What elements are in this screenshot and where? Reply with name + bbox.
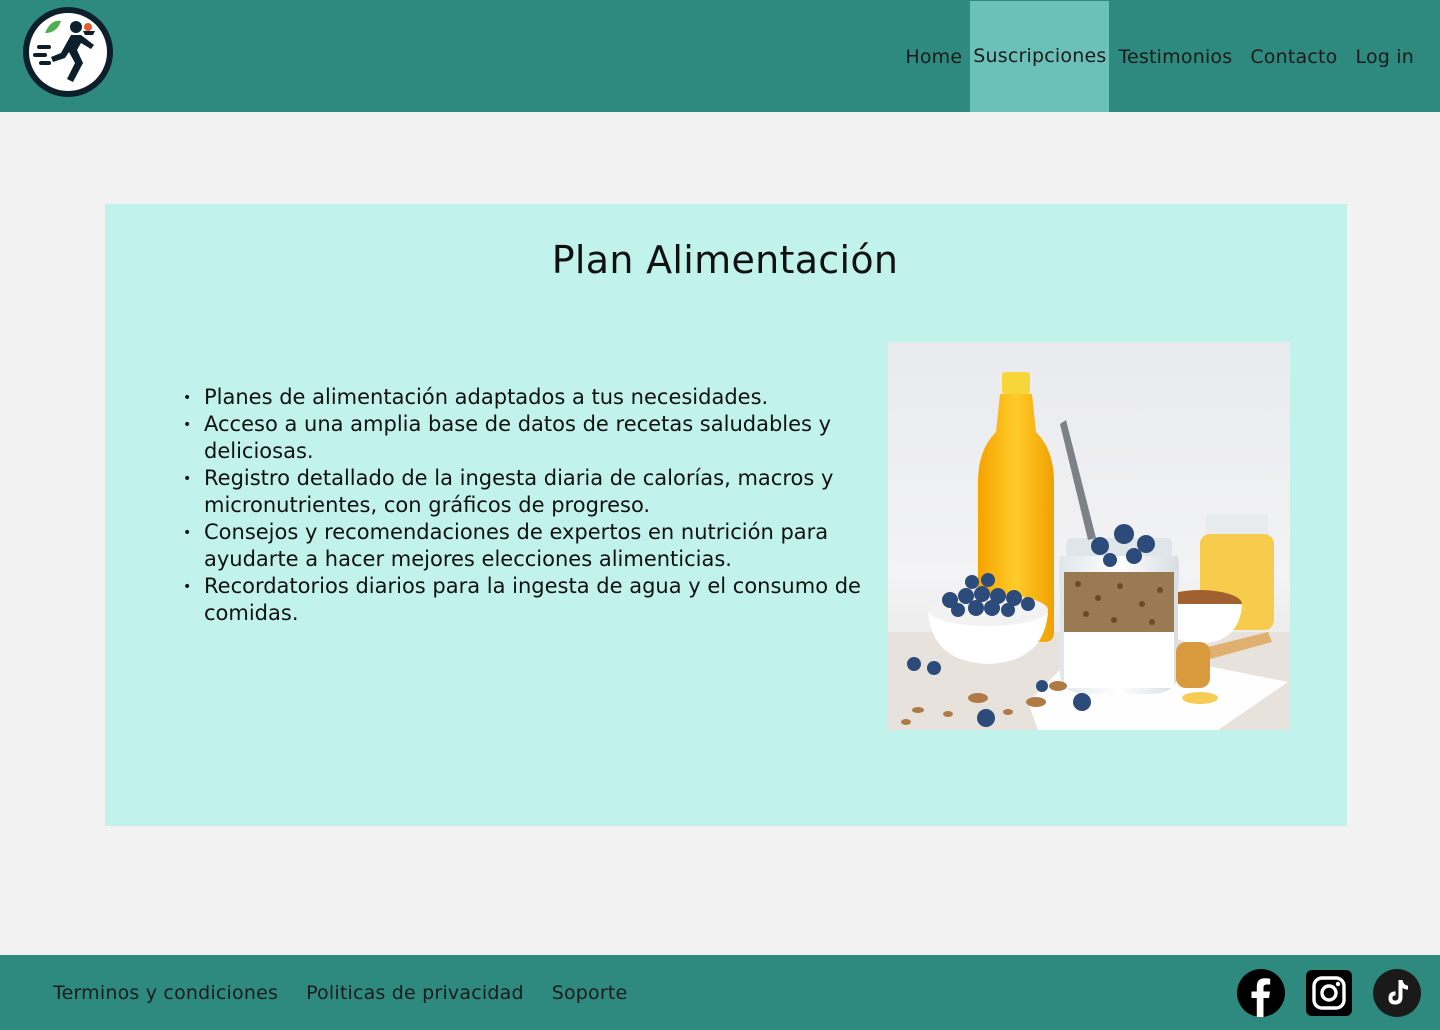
- footer-link-soporte[interactable]: Soporte: [552, 982, 628, 1004]
- plan-features-list: Planes de alimentación adaptados a tus n…: [183, 384, 863, 627]
- nav-contacto-label: Contacto: [1250, 45, 1338, 68]
- nav-suscripciones[interactable]: Suscripciones: [970, 1, 1110, 112]
- nav-login-label: Log in: [1355, 45, 1414, 68]
- footer-link-terminos[interactable]: Terminos y condiciones: [53, 982, 278, 1004]
- nav-contacto[interactable]: Contacto: [1241, 1, 1346, 112]
- nav-suscripciones-label: Suscripciones: [973, 44, 1107, 67]
- nav-home-label: Home: [905, 45, 963, 68]
- feature-item: Consejos y recomendaciones de expertos e…: [183, 519, 863, 573]
- plan-title: Plan Alimentación: [551, 238, 899, 282]
- plan-photo: [888, 342, 1290, 730]
- feature-item: Registro detallado de la ingesta diaria …: [183, 465, 863, 519]
- site-header: Home Suscripciones Testimonios Contacto …: [0, 0, 1440, 112]
- site-footer: Terminos y condiciones Politicas de priv…: [0, 955, 1440, 1030]
- social-links: [1236, 968, 1422, 1018]
- nav-testimonios-label: Testimonios: [1118, 45, 1233, 68]
- nav-home[interactable]: Home: [896, 1, 970, 112]
- instagram-icon[interactable]: [1304, 968, 1354, 1018]
- nav-testimonios[interactable]: Testimonios: [1109, 1, 1241, 112]
- tiktok-icon[interactable]: [1372, 968, 1422, 1018]
- footer-link-privacidad[interactable]: Politicas de privacidad: [306, 982, 524, 1004]
- facebook-icon[interactable]: [1236, 968, 1286, 1018]
- feature-item: Planes de alimentación adaptados a tus n…: [183, 384, 863, 413]
- logo-icon[interactable]: [21, 5, 115, 99]
- footer-links: Terminos y condiciones Politicas de priv…: [53, 955, 627, 1030]
- nav-login[interactable]: Log in: [1347, 1, 1440, 112]
- feature-item: Recordatorios diarios para la ingesta de…: [183, 573, 863, 627]
- main-nav: Home Suscripciones Testimonios Contacto …: [896, 1, 1440, 112]
- feature-item: Acceso a una amplia base de datos de rec…: [183, 411, 863, 465]
